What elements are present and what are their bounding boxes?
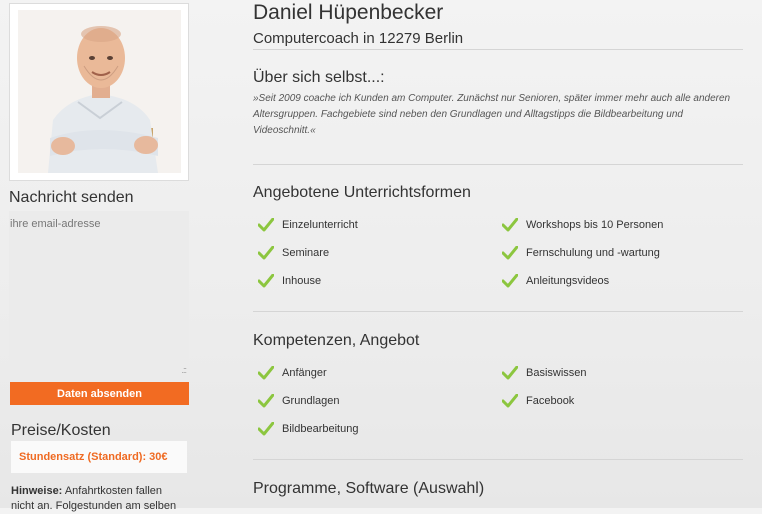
list-item: Einzelunterricht xyxy=(258,218,358,232)
list-item: Anfänger xyxy=(258,366,327,380)
checkmark-icon xyxy=(502,394,518,408)
checkmark-icon xyxy=(502,366,518,380)
list-item: Workshops bis 10 Personen xyxy=(502,218,663,232)
about-title: Über sich selbst...: xyxy=(253,69,385,86)
list-item-label: Einzelunterricht xyxy=(282,219,358,231)
list-item: Fernschulung und -wartung xyxy=(502,246,660,260)
email-placeholder: ihre email-adresse xyxy=(10,218,101,230)
list-item-label: Facebook xyxy=(526,395,575,407)
divider xyxy=(253,164,743,165)
skills-title: Kompetenzen, Angebot xyxy=(253,332,420,349)
checkmark-icon xyxy=(258,366,274,380)
lessons-title: Angebotene Unterrichtsformen xyxy=(253,184,471,201)
profile-photo-frame xyxy=(9,3,189,181)
profile-name: Daniel Hüpenbecker xyxy=(253,1,444,24)
hourly-rate-badge: Stundensatz (Standard): 30€ xyxy=(11,441,187,473)
list-item-label: Inhouse xyxy=(282,275,322,287)
hourly-rate: Stundensatz (Standard): 30€ xyxy=(19,451,168,463)
profile-subtitle: Computercoach in 12279 Berlin xyxy=(253,30,464,47)
checkmark-icon xyxy=(502,218,518,232)
list-item: Facebook xyxy=(502,394,574,408)
email-field[interactable]: ihre email-adresse .:: xyxy=(9,211,189,379)
checkmark-icon xyxy=(258,218,274,232)
profile-photo xyxy=(18,10,181,173)
list-item-label: Bildbearbeitung xyxy=(282,423,359,435)
list-item-label: Fernschulung und -wartung xyxy=(526,247,660,259)
list-item-label: Basiswissen xyxy=(526,367,587,379)
list-item-label: Anleitungsvideos xyxy=(526,275,610,287)
resize-grip-icon[interactable]: .:: xyxy=(181,365,186,375)
checkmark-icon xyxy=(258,422,274,436)
divider xyxy=(253,459,743,460)
list-item-label: Anfänger xyxy=(282,367,327,379)
list-item-label: Grundlagen xyxy=(282,395,340,407)
contact-title: Nachricht senden xyxy=(9,189,134,206)
checkmark-icon xyxy=(258,394,274,408)
prices-title: Preise/Kosten xyxy=(11,422,111,439)
checkmark-icon xyxy=(258,246,274,260)
list-item-label: Seminare xyxy=(282,247,330,259)
submit-button[interactable]: Daten absenden xyxy=(10,382,189,405)
checkmark-icon xyxy=(502,246,518,260)
divider xyxy=(253,311,743,312)
list-item: Basiswissen xyxy=(502,366,587,380)
list-item: Seminare xyxy=(258,246,329,260)
list-item: Anleitungsvideos xyxy=(502,274,609,288)
notes: Hinweise: Anfahrtkosten fallen nicht an.… xyxy=(11,484,187,514)
list-item: Inhouse xyxy=(258,274,321,288)
divider xyxy=(253,49,743,50)
list-item: Grundlagen xyxy=(258,394,340,408)
software-title: Programme, Software (Auswahl) xyxy=(253,480,485,497)
checkmark-icon xyxy=(258,274,274,288)
checkmark-icon xyxy=(502,274,518,288)
notes-label: Hinweise: xyxy=(11,485,63,497)
list-item-label: Workshops bis 10 Personen xyxy=(526,219,664,231)
list-item: Bildbearbeitung xyxy=(258,422,358,436)
about-text: »Seit 2009 coache ich Kunden am Computer… xyxy=(253,93,731,136)
